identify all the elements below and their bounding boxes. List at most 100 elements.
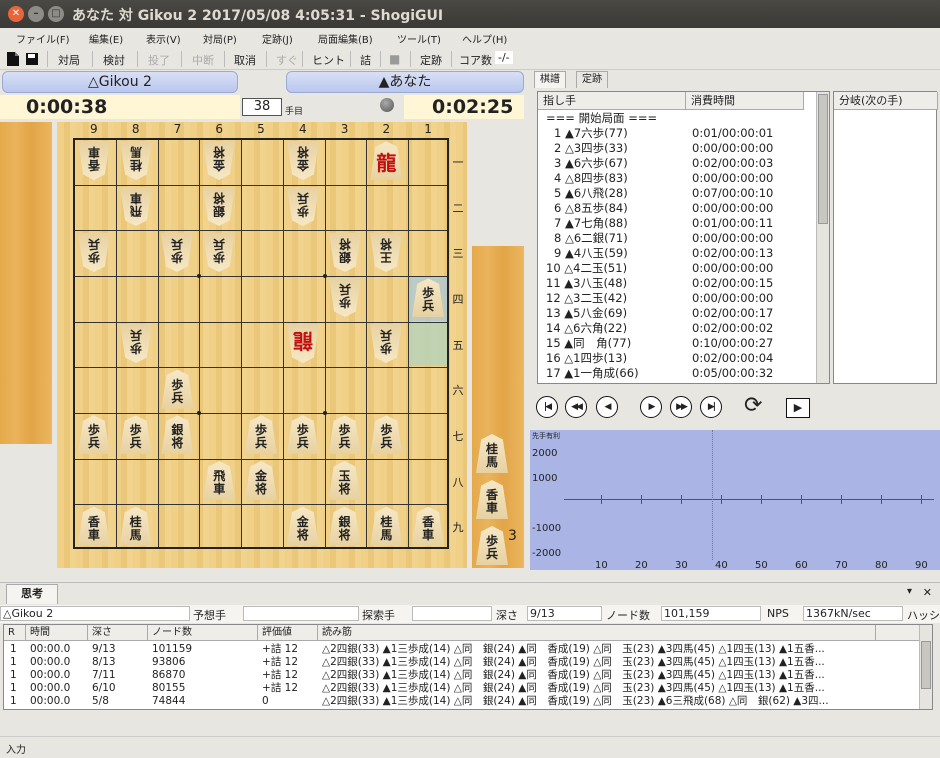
kifu-move: 4 △8四歩(83) [554,171,628,185]
pv-row[interactable]: 1 00:00.0 7/11 86870 +詰 12 △2四銀(33) ▲1三歩成(14)… [4,669,914,682]
kifu-row[interactable]: 3 ▲6六歩(67) 0:02/00:00:03 [538,156,818,171]
pv-cell-score: 0 [262,695,269,707]
move-now-button[interactable]: すぐ [276,52,298,68]
forward-ten-icon[interactable]: ▶▶ [670,396,692,418]
pv-cell-pv: △2四銀(33) ▲1三歩成(14) △同 銀(24) ▲同 香成(19) △同… [322,695,829,707]
kifu-row[interactable]: 6 △8五歩(84) 0:00/00:00:00 [538,201,818,216]
kento-button[interactable]: 検討 [103,52,125,68]
taikyoku-button[interactable]: 対局 [58,52,80,68]
hint-button[interactable]: ヒント [312,52,345,68]
minimize-icon[interactable]: – [28,6,44,22]
pv-row[interactable]: 1 00:00.0 8/13 93806 +詰 12 △2四銀(33) ▲1三歩成(14)… [4,656,914,669]
hand-piece-count: 3 [508,528,517,544]
stop-icon[interactable]: ■ [389,52,400,66]
pv-cell-time: 00:00.0 [30,643,71,655]
pv-col-pv[interactable]: 読み筋 [318,625,876,641]
pv-cell-nodes: 74844 [152,695,186,707]
pv-col-nodes[interactable]: ノード数 [148,625,258,641]
interrupt-button[interactable]: 中断 [192,52,214,68]
kifu-row[interactable]: 11 ▲3八玉(48) 0:02/00:00:15 [538,276,818,291]
save-icon[interactable] [25,51,39,67]
tsume-button[interactable]: 詰 [360,52,371,68]
kifu-move: 11 ▲3八玉(48) [546,276,628,290]
pv-cell-r: 1 [10,669,17,681]
kifu-row[interactable]: 9 ▲4八玉(59) 0:02/00:00:13 [538,246,818,261]
pv-cell-r: 1 [10,695,17,707]
panel-menu-icon[interactable]: ▾ [907,586,912,597]
eval-current-move-line [712,430,713,560]
sente-hand-stand[interactable] [472,246,524,568]
back-ten-icon[interactable]: ◀◀ [565,396,587,418]
kifu-row[interactable]: 4 △8四歩(83) 0:00/00:00:00 [538,171,818,186]
eval-graph[interactable]: 先手有利 2000 1000 -1000 -2000 10 20 30 40 50 60 70 80 9… [530,430,940,571]
kifu-row[interactable]: 7 ▲7七角(88) 0:01/00:00:11 [538,216,818,231]
nodes-label: ノード数 [606,609,650,622]
pv-scrollbar[interactable] [919,625,932,709]
menu-help[interactable]: ヘルプ(H) [462,31,507,46]
panel-close-icon[interactable]: ✕ [923,586,932,599]
first-move-icon[interactable]: |◀ [536,396,558,418]
kifu-row[interactable]: 17 ▲1一角成(66) 0:05/00:00:32 [538,366,818,381]
kifu-row[interactable]: 14 △6六角(22) 0:02/00:00:02 [538,321,818,336]
eval-y-tick: 1000 [532,473,558,484]
menu-joseki[interactable]: 定跡(J) [262,31,293,46]
play-icon[interactable]: ▶ [786,398,810,418]
resign-button[interactable]: 投了 [148,52,170,68]
new-file-icon[interactable] [6,51,20,67]
kifu-row[interactable]: 2 △3四歩(33) 0:00/00:00:00 [538,141,818,156]
joseki-button[interactable]: 定跡 [420,52,442,68]
gote-hand-stand[interactable] [0,122,52,444]
pv-col-score[interactable]: 評価値 [258,625,318,641]
close-icon[interactable]: ✕ [8,6,24,22]
menu-view[interactable]: 表示(V) [146,31,181,46]
undo-button[interactable]: 取消 [234,52,256,68]
tab-joseki[interactable]: 定跡 [576,71,608,88]
kifu-move: 3 ▲6六歩(67) [554,156,628,170]
kifu-move: 9 ▲4八玉(59) [554,246,628,260]
kifu-row[interactable]: 10 △4二玉(51) 0:00/00:00:00 [538,261,818,276]
kifu-row[interactable]: 16 △1四歩(13) 0:02/00:00:04 [538,351,818,366]
menu-board-edit[interactable]: 局面編集(B) [318,31,373,46]
pv-list[interactable]: R 時間 深さ ノード数 評価値 読み筋 1 00:00.0 9/13 101159 +… [3,624,933,710]
back-one-icon[interactable]: ◀ [596,396,618,418]
pv-col-r[interactable]: R [4,625,26,641]
kifu-row[interactable]: 1 ▲7六歩(77) 0:01/00:00:01 [538,126,818,141]
pv-cell-time: 00:00.0 [30,656,71,668]
menu-edit[interactable]: 編集(E) [89,31,123,46]
pv-row[interactable]: 1 00:00.0 9/13 101159 +詰 12 △2四銀(33) ▲1三歩成(14… [4,643,914,656]
rank-label: 七 [452,429,464,443]
pv-row[interactable]: 1 00:00.0 5/8 74844 0 △2四銀(33) ▲1三歩成(14) △同 銀… [4,695,914,708]
pv-cell-nodes: 80155 [152,682,186,694]
tab-thinking[interactable]: 思考 [6,584,58,604]
kifu-col-time[interactable]: 消費時間 [686,92,804,110]
cores-value[interactable]: -/- [495,51,513,64]
kifu-row[interactable]: 13 ▲5八金(69) 0:02/00:00:17 [538,306,818,321]
kifu-row[interactable]: 15 ▲同 角(77) 0:10/00:00:27 [538,336,818,351]
branch-list[interactable]: 分岐(次の手) [833,91,938,384]
kifu-row[interactable]: === 開始局面 === [538,111,818,126]
menu-file[interactable]: ファイル(F) [16,31,70,46]
gote-player-name: △Gikou 2 [2,71,238,93]
tab-kifu[interactable]: 棋譜 [534,71,566,88]
pv-cell-depth: 7/11 [92,669,116,681]
kifu-list[interactable]: 指し手 消費時間 === 開始局面 === 1 ▲7六歩(77) 0:01/00:0… [537,91,830,384]
pv-col-time[interactable]: 時間 [26,625,88,641]
pv-cell-score: +詰 12 [262,669,298,681]
kifu-move: === 開始局面 === [546,111,658,125]
pv-col-depth[interactable]: 深さ [88,625,148,641]
pv-row[interactable]: 1 00:00.0 6/10 80155 +詰 12 △2四銀(33) ▲1三歩成(14)… [4,682,914,695]
kifu-scrollbar[interactable] [816,92,829,383]
kifu-row[interactable]: 5 ▲6八飛(28) 0:07/00:00:10 [538,186,818,201]
menu-tools[interactable]: ツール(T) [397,31,441,46]
kifu-col-move[interactable]: 指し手 [538,92,686,110]
last-move-icon[interactable]: ▶| [700,396,722,418]
menu-game[interactable]: 対局(P) [203,31,237,46]
eval-x-tick: 50 [755,560,768,571]
flip-board-icon[interactable]: ⟳ [744,393,762,419]
kifu-row[interactable]: 8 △6二銀(71) 0:00/00:00:00 [538,231,818,246]
maximize-icon[interactable]: □ [48,6,64,22]
kifu-row[interactable]: 12 △3二玉(42) 0:00/00:00:00 [538,291,818,306]
kifu-move: 2 △3四歩(33) [554,141,628,155]
forward-one-icon[interactable]: ▶ [640,396,662,418]
eval-y-tick: -1000 [532,523,562,534]
